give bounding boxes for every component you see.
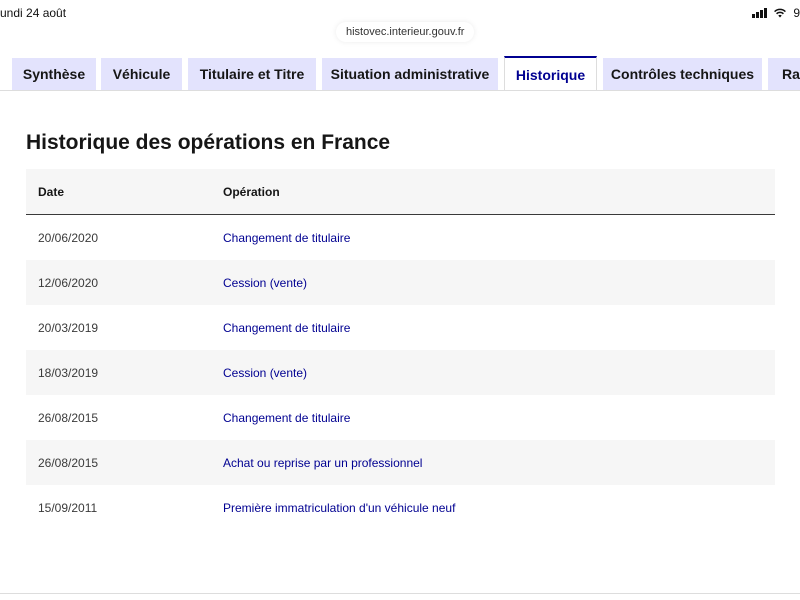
- tab-vehicule[interactable]: Véhicule: [101, 58, 182, 90]
- tab-historique[interactable]: Historique: [504, 56, 597, 92]
- row-date: 15/09/2011: [38, 501, 98, 515]
- table-row: 26/08/2015 Changement de titulaire: [26, 395, 775, 440]
- row-date: 26/08/2015: [38, 411, 99, 425]
- row-operation: Cession (vente): [223, 276, 308, 290]
- tab-situation-administrative[interactable]: Situation administrative: [322, 58, 498, 90]
- row-date: 26/08/2015: [38, 456, 99, 470]
- tab-titulaire-et-titre[interactable]: Titulaire et Titre: [188, 58, 316, 90]
- cellular-signal-icon: [752, 8, 768, 18]
- tab-synthese[interactable]: Synthèse: [12, 58, 96, 90]
- column-header-date: Date: [38, 185, 65, 199]
- column-header-operation: Opération: [223, 185, 280, 199]
- tab-bar: Synthèse Véhicule Titulaire et Titre Sit…: [0, 56, 800, 92]
- status-indicators: 9: [752, 6, 800, 20]
- history-panel: Historique des opérations en France Date…: [0, 90, 800, 594]
- address-bar[interactable]: histovec.interieur.gouv.fr: [336, 22, 475, 42]
- table-row: 26/08/2015 Achat ou reprise par un profe…: [26, 440, 775, 485]
- operations-table: Date Opération 20/06/2020 Changement de …: [26, 169, 775, 530]
- table-row: 12/06/2020 Cession (vente): [26, 260, 775, 305]
- wifi-icon: [773, 8, 787, 18]
- table-row: 15/09/2011 Première immatriculation d'un…: [26, 485, 775, 530]
- table-header: Date Opération: [26, 169, 775, 215]
- table-row: 20/06/2020 Changement de titulaire: [26, 215, 775, 260]
- battery-level: 9: [793, 6, 800, 20]
- table-row: 20/03/2019 Changement de titulaire: [26, 305, 775, 350]
- row-operation: Cession (vente): [223, 366, 308, 380]
- status-date: undi 24 août: [0, 6, 67, 20]
- row-operation: Changement de titulaire: [223, 411, 351, 425]
- row-operation: Changement de titulaire: [223, 321, 351, 335]
- row-operation: Première immatriculation d'un véhicule n…: [223, 501, 456, 515]
- row-operation: Changement de titulaire: [223, 231, 351, 245]
- row-date: 18/03/2019: [38, 366, 99, 380]
- row-operation: Achat ou reprise par un professionnel: [223, 456, 423, 470]
- page-title: Historique des opérations en France: [26, 131, 391, 154]
- row-date: 12/06/2020: [38, 276, 99, 290]
- row-date: 20/06/2020: [38, 231, 99, 245]
- table-row: 18/03/2019 Cession (vente): [26, 350, 775, 395]
- row-date: 20/03/2019: [38, 321, 99, 335]
- tab-rapport[interactable]: Rap: [768, 58, 800, 90]
- tab-controles-techniques[interactable]: Contrôles techniques: [603, 58, 762, 90]
